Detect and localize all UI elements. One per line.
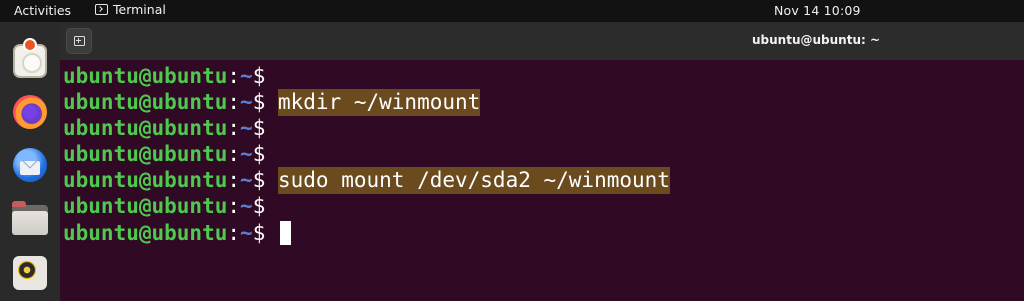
window-headerbar: ubuntu@ubuntu: ~ <box>60 22 1024 60</box>
thunderbird-icon[interactable] <box>10 145 50 185</box>
prompt-path: ~ <box>240 90 253 115</box>
prompt-colon: : <box>227 194 241 219</box>
app-menu[interactable]: Terminal <box>95 2 166 17</box>
prompt-colon: : <box>227 90 241 115</box>
clock[interactable]: Nov 14 10:09 <box>774 3 861 18</box>
terminal-line: ubuntu@ubuntu:~$ <box>63 115 1024 141</box>
prompt-user: ubuntu@ubuntu <box>63 220 228 245</box>
prompt-symbol: $ <box>252 90 266 115</box>
terminal-window: ubuntu@ubuntu: ~ ubuntu@ubuntu:~$ ubuntu… <box>60 22 1024 301</box>
new-tab-button[interactable] <box>66 28 92 54</box>
installer-disc-icon[interactable] <box>10 38 50 78</box>
firefox-icon[interactable] <box>10 92 50 132</box>
prompt-symbol: $ <box>252 142 266 167</box>
prompt-colon: : <box>227 64 241 88</box>
new-tab-icon <box>73 36 85 46</box>
prompt-colon: : <box>227 116 241 141</box>
terminal-line: ubuntu@ubuntu:~$ <box>63 63 1024 89</box>
terminal-output[interactable]: ubuntu@ubuntu:~$ ubuntu@ubuntu:~$ mkdir … <box>60 60 1024 246</box>
terminal-line: ubuntu@ubuntu:~$ sudo mount /dev/sda2 ~/… <box>63 167 1024 195</box>
prompt-path: ~ <box>240 142 253 167</box>
text-cursor <box>280 220 291 245</box>
command-text: sudo mount /dev/sda2 ~/winmount <box>278 167 670 195</box>
prompt-symbol: $ <box>252 168 266 193</box>
prompt-colon: : <box>227 220 241 245</box>
prompt-path: ~ <box>240 220 253 245</box>
prompt-symbol: $ <box>252 220 266 245</box>
prompt-user: ubuntu@ubuntu <box>63 116 228 141</box>
window-title: ubuntu@ubuntu: ~ <box>752 33 881 47</box>
prompt-colon: : <box>227 142 241 167</box>
prompt-path: ~ <box>240 194 253 219</box>
prompt-symbol: $ <box>252 194 266 219</box>
prompt-user: ubuntu@ubuntu <box>63 194 228 219</box>
terminal-icon <box>95 4 108 15</box>
app-menu-label: Terminal <box>113 2 166 17</box>
dock <box>0 22 60 301</box>
prompt-path: ~ <box>240 168 253 193</box>
terminal-line: ubuntu@ubuntu:~$ <box>63 220 1024 246</box>
activities-button[interactable]: Activities <box>14 3 71 18</box>
speaker-icon[interactable] <box>10 253 50 293</box>
command-text: mkdir ~/winmount <box>278 89 481 117</box>
prompt-user: ubuntu@ubuntu <box>63 142 228 167</box>
prompt-user: ubuntu@ubuntu <box>63 64 228 88</box>
prompt-symbol: $ <box>252 64 266 88</box>
prompt-user: ubuntu@ubuntu <box>63 90 228 115</box>
prompt-user: ubuntu@ubuntu <box>63 168 228 193</box>
terminal-line: ubuntu@ubuntu:~$ <box>63 141 1024 167</box>
top-bar: Activities Terminal Nov 14 10:09 <box>0 0 1024 22</box>
prompt-symbol: $ <box>252 116 266 141</box>
prompt-colon: : <box>227 168 241 193</box>
terminal-line: ubuntu@ubuntu:~$ mkdir ~/winmount <box>63 89 1024 117</box>
terminal-line: ubuntu@ubuntu:~$ <box>63 193 1024 219</box>
prompt-path: ~ <box>240 64 253 88</box>
prompt-path: ~ <box>240 116 253 141</box>
folder-icon[interactable] <box>10 199 50 239</box>
